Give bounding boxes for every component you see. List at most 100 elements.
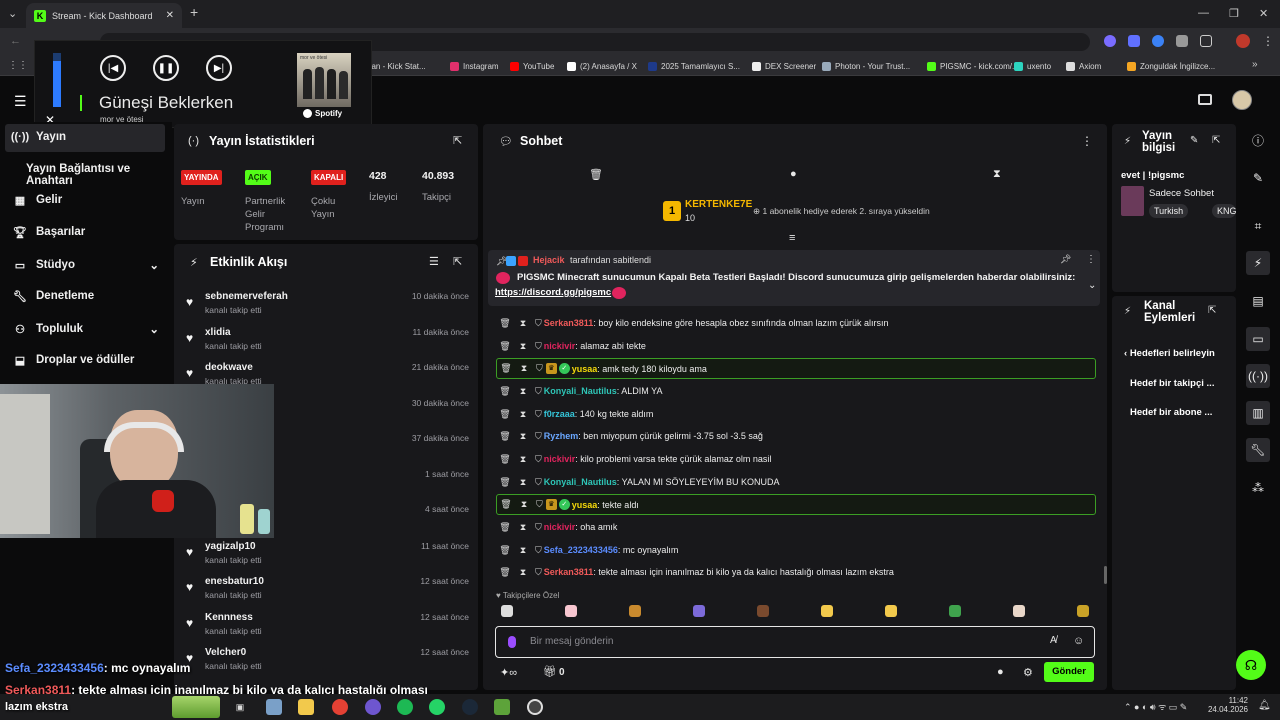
event-username[interactable]: sebnemerveferah xyxy=(205,291,288,302)
extensions-puzzle-icon[interactable] xyxy=(1200,35,1212,47)
weather-widget[interactable] xyxy=(172,696,220,718)
settings-gear-icon[interactable]: ⚙ xyxy=(1023,666,1033,679)
chat-username[interactable]: Konyali_Nautilus xyxy=(544,386,617,396)
nav-item-gelir[interactable]: ▦ Gelir xyxy=(14,194,62,207)
delete-message-icon[interactable]: 🗑︎ xyxy=(497,499,515,510)
popout-icon[interactable]: ⇱ xyxy=(1212,135,1220,146)
event-username[interactable]: Kennness xyxy=(205,612,253,623)
bookmark-item[interactable]: YouTube xyxy=(510,60,554,72)
delete-message-icon[interactable]: 🗑︎ xyxy=(496,477,514,488)
top-gifter-name[interactable]: KERTENKE7E xyxy=(685,199,752,210)
emote-icon[interactable] xyxy=(1013,605,1025,617)
hourglass-icon[interactable]: ⧗ xyxy=(993,168,1001,181)
chat-username[interactable]: f0rzaaa xyxy=(544,409,575,419)
emote-icon[interactable] xyxy=(821,605,833,617)
maximize-icon[interactable]: ❐ xyxy=(1229,7,1239,20)
popout-icon[interactable]: ⇱ xyxy=(1208,305,1216,316)
delete-message-icon[interactable]: 🗑︎ xyxy=(496,545,514,556)
pause-icon[interactable]: ❚❚ xyxy=(153,55,179,81)
apps-grid-icon[interactable]: ⋮⋮ xyxy=(8,60,28,71)
emote-icon[interactable] xyxy=(1077,605,1089,617)
extension-icon[interactable] xyxy=(1152,35,1164,47)
emote-icon[interactable] xyxy=(501,605,513,617)
event-username[interactable]: yagizalp10 xyxy=(205,541,256,552)
tab-search-icon[interactable]: ⌄ xyxy=(8,7,17,20)
trash-icon[interactable]: 🗑︎ xyxy=(589,168,603,181)
pinned-by-user[interactable]: Hejacik xyxy=(533,255,565,265)
delete-message-icon[interactable]: 🗑︎ xyxy=(496,454,514,465)
notifications-icon[interactable]: 🔔︎ xyxy=(1258,700,1271,711)
shield-extension-icon[interactable] xyxy=(1176,35,1188,47)
nav-item-stream-key[interactable]: Yayın Bağlantısı ve Anahtarı xyxy=(26,163,172,187)
timeout-hourglass-icon[interactable]: ⧗ xyxy=(514,409,532,420)
delete-message-icon[interactable]: 🗑︎ xyxy=(496,386,514,397)
timeout-hourglass-icon[interactable]: ⧗ xyxy=(515,363,533,374)
goals-back-button[interactable]: ‹ Hedefleri belirleyin xyxy=(1124,348,1215,359)
translate-icon[interactable]: A̸ xyxy=(1050,635,1057,646)
browser-tab[interactable]: K Stream - Kick Dashboard ✕ xyxy=(26,3,182,28)
tag-chip[interactable]: KNG xyxy=(1212,204,1236,218)
profile-avatar-icon[interactable] xyxy=(1236,34,1250,48)
nav-item-basarilar[interactable]: 🏆︎ Başarılar xyxy=(13,226,85,239)
chat-settings-bubble-icon[interactable]: ● xyxy=(997,666,1004,678)
emote-icon[interactable] xyxy=(565,605,577,617)
delete-message-icon[interactable]: 🗑︎ xyxy=(496,522,514,533)
chat-menu-kebab-icon[interactable]: ⋮ xyxy=(1081,134,1093,148)
obs-icon[interactable] xyxy=(527,699,543,715)
send-button[interactable]: Gönder xyxy=(1044,662,1094,682)
unpin-icon[interactable]: 📌︎ xyxy=(1060,254,1071,265)
bookmark-item[interactable]: Zonguldak İngilizce... xyxy=(1127,60,1215,72)
chat-bubble-icon[interactable]: ● xyxy=(790,168,797,180)
close-window-icon[interactable]: ✕ xyxy=(1259,7,1268,20)
tag-chip[interactable]: Turkish xyxy=(1149,204,1189,218)
wallet-icon[interactable] xyxy=(1198,94,1212,105)
timeout-hourglass-icon[interactable]: ⧗ xyxy=(514,386,532,397)
event-username[interactable]: Velcher0 xyxy=(205,647,246,658)
timeout-hourglass-icon[interactable]: ⧗ xyxy=(514,567,532,578)
bookmark-item[interactable]: DEX Screener xyxy=(752,60,816,72)
nav-item-denetleme[interactable]: 🔧︎ Denetleme xyxy=(13,290,94,303)
extension-icon[interactable] xyxy=(1128,35,1140,47)
delete-message-icon[interactable]: 🗑︎ xyxy=(496,567,514,578)
timeout-hourglass-icon[interactable]: ⧗ xyxy=(514,341,532,352)
chat-bubble-icon[interactable]: ▭ xyxy=(1246,327,1270,351)
discord-icon[interactable] xyxy=(365,699,381,715)
bookmark-item[interactable]: Photon - Your Trust... xyxy=(822,60,910,72)
channel-points-icon[interactable]: ✦∞ xyxy=(500,666,517,679)
timeout-hourglass-icon[interactable]: ⧗ xyxy=(514,545,532,556)
steam-icon[interactable] xyxy=(462,699,478,715)
share-icon[interactable]: ⁂ xyxy=(1246,476,1270,500)
menu-kebab-icon[interactable]: ⋮ xyxy=(1262,34,1274,48)
crop-icon[interactable]: ⌗ xyxy=(1246,214,1270,238)
chat-username[interactable]: nickivir xyxy=(544,522,576,532)
layout-icon[interactable]: ▥ xyxy=(1246,401,1270,425)
edit-pencil-icon[interactable]: ✎ xyxy=(1246,166,1270,190)
broadcast-icon[interactable]: ((·)) xyxy=(1246,364,1270,388)
chat-username[interactable]: Ryzhem xyxy=(544,431,579,441)
emoji-icon[interactable]: ☺ xyxy=(1073,635,1084,647)
nav-item-droplar[interactable]: ⬓ Droplar ve ödüller xyxy=(14,354,135,367)
next-track-icon[interactable]: ▶| xyxy=(206,55,232,81)
emote-icon[interactable] xyxy=(949,605,961,617)
timeout-hourglass-icon[interactable]: ⧗ xyxy=(514,454,532,465)
emote-icon[interactable] xyxy=(629,605,641,617)
edit-pencil-icon[interactable]: ✎ xyxy=(1190,135,1198,146)
event-username[interactable]: deokwave xyxy=(205,362,253,373)
timeout-hourglass-icon[interactable]: ⧗ xyxy=(514,318,532,329)
lightning-icon[interactable]: ⚡︎ xyxy=(1246,251,1270,275)
info-icon[interactable]: ⓘ xyxy=(1246,128,1270,152)
chat-username[interactable]: yusaa xyxy=(572,500,598,510)
event-username[interactable]: xlidia xyxy=(205,327,231,338)
new-tab-icon[interactable]: + xyxy=(190,4,198,20)
volume-bar[interactable] xyxy=(53,53,61,107)
minimize-icon[interactable]: — xyxy=(1198,7,1209,19)
emote-icon[interactable] xyxy=(885,605,897,617)
popout-icon[interactable]: ⇱ xyxy=(453,255,462,268)
delete-message-icon[interactable]: 🗑︎ xyxy=(496,431,514,442)
file-manager-icon[interactable] xyxy=(266,699,282,715)
sub-goal-action[interactable]: Hedef bir abone ... xyxy=(1130,407,1212,418)
nav-item-studyo[interactable]: ▭ Stüdyo ⌄ xyxy=(14,258,159,272)
timeout-hourglass-icon[interactable]: ⧗ xyxy=(514,431,532,442)
nav-item-topluluk[interactable]: ⚇ Topluluk ⌄ xyxy=(14,322,159,336)
follower-goal-action[interactable]: Hedef bir takipçi ... xyxy=(1130,378,1214,389)
